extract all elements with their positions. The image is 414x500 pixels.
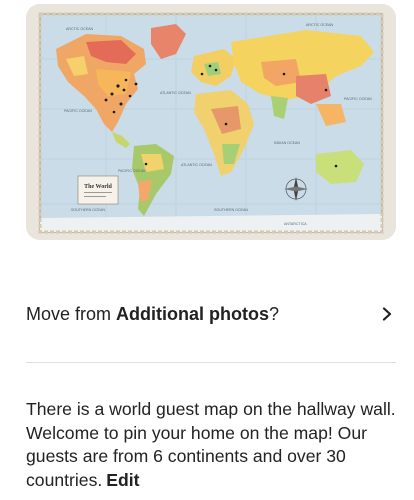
chevron-right-icon: [378, 305, 396, 323]
move-section-name: Additional photos: [116, 304, 270, 324]
move-suffix: ?: [269, 304, 280, 324]
svg-text:INDIAN OCEAN: INDIAN OCEAN: [274, 141, 300, 145]
caption-text: There is a world guest map on the hallwa…: [26, 399, 396, 490]
world-map-image: The World ARCTIC OCEAN ARCTIC OCEAN PACI…: [26, 4, 396, 240]
edit-caption-link[interactable]: Edit: [106, 470, 139, 490]
svg-text:PACIFIC OCEAN: PACIFIC OCEAN: [64, 109, 92, 113]
svg-text:SOUTHERN OCEAN: SOUTHERN OCEAN: [71, 208, 105, 212]
move-prefix: Move from: [26, 304, 117, 324]
move-from-additional-photos-row[interactable]: Move from Additional photos?: [26, 290, 396, 338]
svg-text:ATLANTIC OCEAN: ATLANTIC OCEAN: [160, 91, 191, 95]
svg-text:ANTARCTICA: ANTARCTICA: [284, 222, 307, 226]
svg-text:PACIFIC OCEAN: PACIFIC OCEAN: [118, 169, 146, 173]
svg-text:The World: The World: [84, 184, 112, 190]
listing-photo[interactable]: The World ARCTIC OCEAN ARCTIC OCEAN PACI…: [26, 4, 396, 240]
photo-caption: There is a world guest map on the hallwa…: [26, 398, 398, 492]
divider: [26, 362, 396, 363]
svg-text:SOUTHERN OCEAN: SOUTHERN OCEAN: [214, 208, 248, 212]
svg-text:ATLANTIC OCEAN: ATLANTIC OCEAN: [181, 163, 212, 167]
svg-text:PACIFIC OCEAN: PACIFIC OCEAN: [344, 97, 372, 101]
svg-text:ARCTIC OCEAN: ARCTIC OCEAN: [66, 27, 94, 31]
move-from-label: Move from Additional photos?: [26, 302, 279, 326]
svg-text:ARCTIC OCEAN: ARCTIC OCEAN: [306, 23, 334, 27]
